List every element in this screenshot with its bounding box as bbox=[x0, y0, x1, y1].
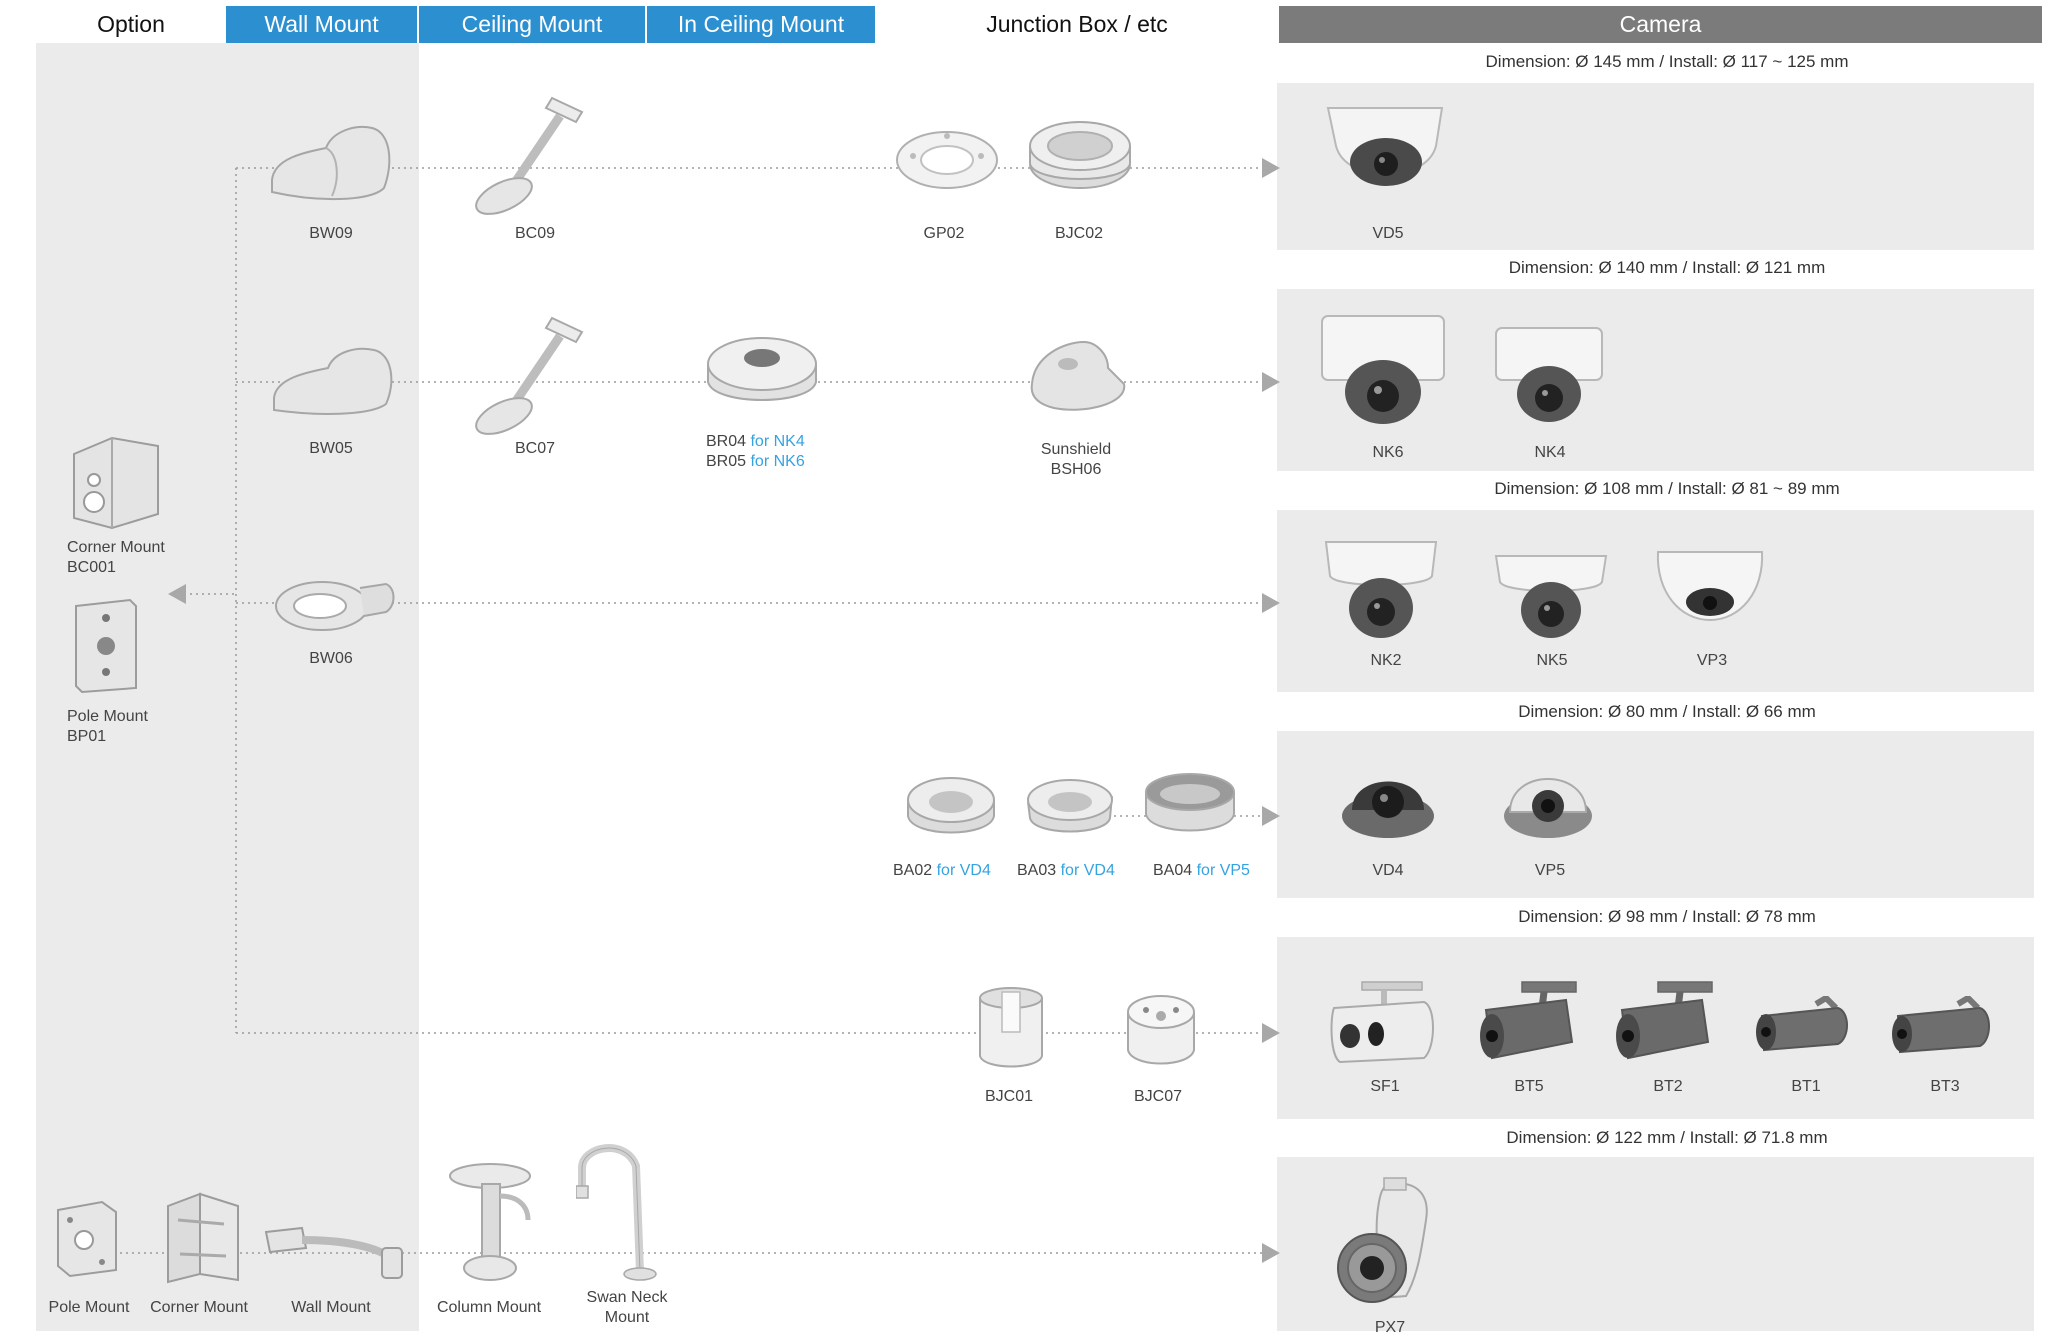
ceiling-mount-bc09-icon bbox=[475, 96, 584, 215]
wall-mount-bottom-label: Wall Mount bbox=[291, 1299, 371, 1316]
pole-mount-bp01-icon bbox=[75, 598, 137, 694]
bracket-br04-code: BR04 bbox=[706, 433, 747, 450]
swan-neck-line-2: Mount bbox=[604, 1309, 650, 1326]
wall-mount-bw05-icon bbox=[273, 347, 393, 415]
sunshield-code: BSH06 bbox=[1050, 461, 1102, 478]
camera-bt3-icon bbox=[1892, 996, 1990, 1054]
corner-mount-bottom-label: Corner Mount bbox=[150, 1299, 248, 1316]
dimension-row-6: Dimension: Ø 122 mm / Install: Ø 71.8 mm bbox=[1506, 1128, 1828, 1147]
camera-bt1-label: BT1 bbox=[1791, 1078, 1821, 1095]
camera-nk2-label: NK2 bbox=[1370, 652, 1402, 669]
pole-mount-icon bbox=[57, 1200, 117, 1278]
wall-mount-bw09-label: BW09 bbox=[309, 225, 353, 242]
swan-neck-mount-label: Swan Neck Mount bbox=[587, 1288, 668, 1328]
wall-mount-bw06-label: BW06 bbox=[309, 650, 353, 667]
sunshield-bsh06-icon bbox=[1030, 340, 1126, 411]
junction-box-bjc07-label: BJC07 bbox=[1133, 1088, 1183, 1105]
gasket-gp02-label: GP02 bbox=[923, 225, 965, 242]
adapter-ba04-icon bbox=[1145, 773, 1235, 832]
camera-nk4-label: NK4 bbox=[1534, 444, 1566, 461]
camera-vd5-label: VD5 bbox=[1372, 225, 1404, 242]
column-mount-label: Column Mount bbox=[436, 1299, 542, 1316]
camera-vd4-icon bbox=[1342, 781, 1434, 838]
pole-mount-label: Pole Mount BP01 bbox=[67, 707, 148, 747]
wall-mount-bw09-icon bbox=[271, 126, 391, 201]
dimension-row-2: Dimension: Ø 140 mm / Install: Ø 121 mm bbox=[1508, 258, 1826, 277]
junction-box-bjc07-icon bbox=[1127, 995, 1195, 1065]
corner-mount-bc001-icon bbox=[73, 436, 159, 530]
junction-box-bjc02-label: BJC02 bbox=[1054, 225, 1104, 242]
camera-px7-icon bbox=[1337, 1177, 1428, 1303]
camera-bt5-label: BT5 bbox=[1514, 1078, 1544, 1095]
sunshield-label: Sunshield BSH06 bbox=[1041, 440, 1111, 480]
camera-bt2-label: BT2 bbox=[1653, 1078, 1683, 1095]
ceiling-mount-bc07-icon bbox=[475, 316, 584, 435]
camera-nk4-icon bbox=[1495, 327, 1603, 422]
bracket-br04-line: BR04 for NK4 bbox=[706, 432, 805, 452]
camera-vp3-icon bbox=[1656, 551, 1764, 622]
junction-box-bjc01-icon bbox=[979, 987, 1043, 1068]
corner-mount-label: Corner Mount BC001 bbox=[67, 538, 165, 578]
adapter-ba03-for: for VD4 bbox=[1060, 862, 1115, 879]
sunshield-name: Sunshield bbox=[1040, 441, 1112, 458]
pole-mount-name: Pole Mount bbox=[67, 708, 148, 725]
adapter-ba03-code: BA03 bbox=[1017, 862, 1057, 879]
camera-nk5-label: NK5 bbox=[1536, 652, 1568, 669]
camera-sf1-label: SF1 bbox=[1370, 1078, 1400, 1095]
camera-bt5-icon bbox=[1480, 981, 1577, 1060]
camera-sf1-icon bbox=[1330, 981, 1434, 1064]
camera-vp5-label: VP5 bbox=[1534, 862, 1566, 879]
camera-px7-label: PX7 bbox=[1374, 1319, 1406, 1336]
pole-mount-code: BP01 bbox=[67, 728, 107, 745]
adapter-ba02-for: for VD4 bbox=[936, 862, 991, 879]
adapter-ba02-code: BA02 bbox=[893, 862, 933, 879]
ceiling-mount-bc07-label: BC07 bbox=[514, 440, 556, 457]
junction-box-bjc02-icon bbox=[1029, 121, 1131, 189]
pole-mount-bottom-label: Pole Mount bbox=[48, 1299, 130, 1316]
camera-nk2-icon bbox=[1324, 541, 1438, 638]
adapter-ba03-icon bbox=[1027, 779, 1113, 833]
wall-mount-bw05-label: BW05 bbox=[309, 440, 353, 457]
dimension-row-1: Dimension: Ø 145 mm / Install: Ø 117 ~ 1… bbox=[1485, 52, 1849, 71]
camera-nk6-icon bbox=[1321, 315, 1445, 424]
corner-mount-icon bbox=[167, 1192, 239, 1284]
camera-nk5-icon bbox=[1494, 555, 1608, 638]
corner-mount-code: BC001 bbox=[67, 559, 116, 576]
swan-neck-mount-icon bbox=[576, 1144, 657, 1281]
ceiling-mount-bc09-label: BC09 bbox=[514, 225, 556, 242]
camera-bt3-label: BT3 bbox=[1930, 1078, 1960, 1095]
camera-vd4-label: VD4 bbox=[1372, 862, 1404, 879]
camera-vd5-icon bbox=[1326, 107, 1444, 186]
adapter-ba04-for: for VP5 bbox=[1196, 862, 1250, 879]
in-ceiling-bracket-icon bbox=[707, 337, 817, 401]
dimension-row-3: Dimension: Ø 108 mm / Install: Ø 81 ~ 89… bbox=[1494, 479, 1840, 498]
camera-vp5-icon bbox=[1504, 778, 1592, 838]
dimension-row-4: Dimension: Ø 80 mm / Install: Ø 66 mm bbox=[1518, 702, 1816, 721]
camera-bt1-icon bbox=[1756, 996, 1848, 1052]
bracket-br05-for: for NK6 bbox=[750, 453, 805, 470]
column-mount-icon bbox=[449, 1163, 531, 1281]
camera-vp3-label: VP3 bbox=[1696, 652, 1728, 669]
adapter-ba02-icon bbox=[907, 777, 995, 834]
corner-mount-name: Corner Mount bbox=[67, 539, 165, 556]
adapter-ba03-label: BA03 for VD4 bbox=[1017, 861, 1115, 881]
adapter-ba04-code: BA04 bbox=[1153, 862, 1193, 879]
adapter-ba04-label: BA04 for VP5 bbox=[1153, 861, 1250, 881]
bracket-br05-line: BR05 for NK6 bbox=[706, 452, 805, 472]
dimension-row-5: Dimension: Ø 98 mm / Install: Ø 78 mm bbox=[1518, 907, 1816, 926]
wall-mount-arm-icon bbox=[264, 1226, 403, 1279]
swan-neck-line-1: Swan Neck bbox=[586, 1289, 668, 1306]
adapter-ba02-label: BA02 for VD4 bbox=[893, 861, 991, 881]
bracket-br04-for: for NK4 bbox=[750, 433, 805, 450]
junction-box-bjc01-label: BJC01 bbox=[984, 1088, 1034, 1105]
in-ceiling-bracket-labels: BR04 for NK4 BR05 for NK6 bbox=[706, 432, 805, 472]
gasket-gp02-icon bbox=[896, 131, 998, 189]
bracket-br05-code: BR05 bbox=[706, 453, 747, 470]
camera-nk6-label: NK6 bbox=[1372, 444, 1404, 461]
wall-mount-bw06-icon bbox=[275, 581, 395, 631]
camera-bt2-icon bbox=[1616, 981, 1713, 1060]
